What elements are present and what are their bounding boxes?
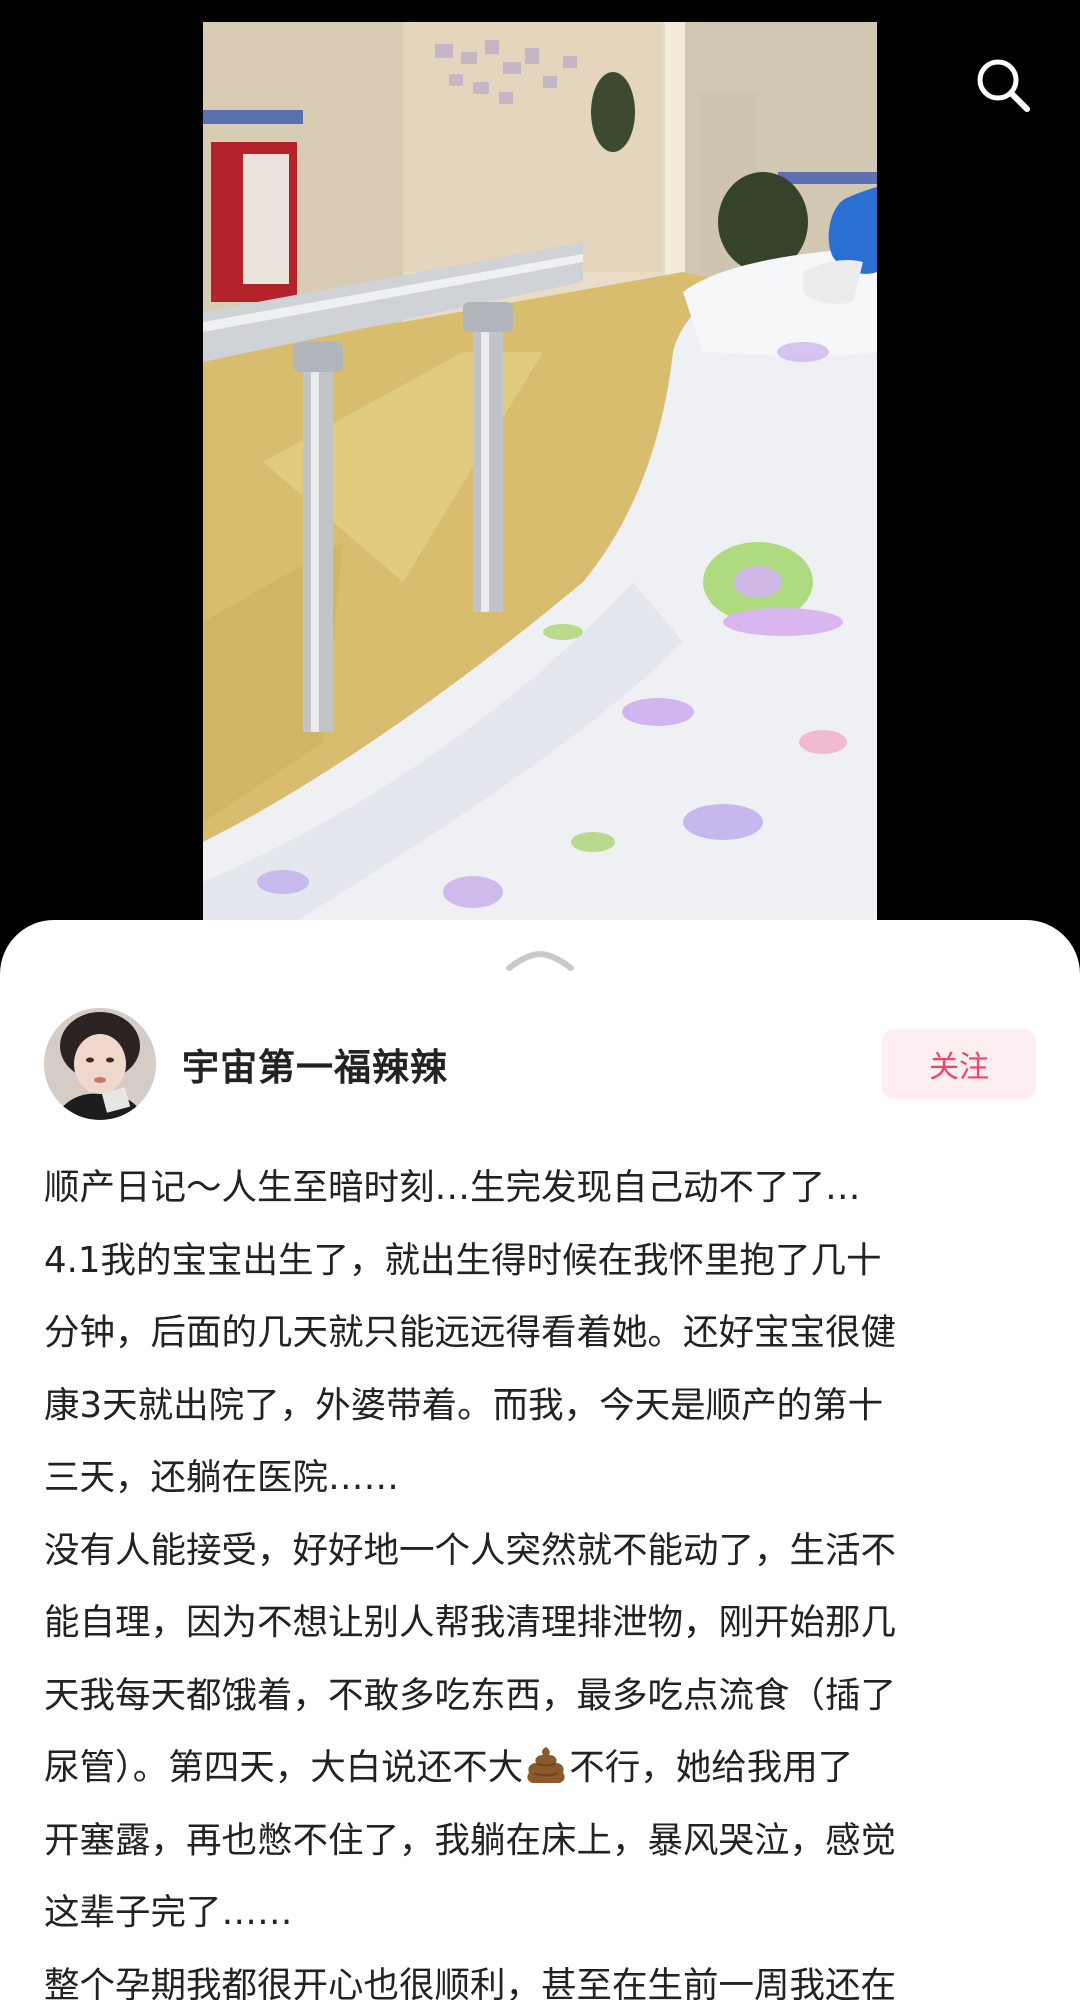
follow-button[interactable]: 关注 xyxy=(882,1029,1036,1099)
post-line: 三天，还躺在医院…… xyxy=(44,1457,400,1498)
post-line: 这辈子完了…… xyxy=(44,1892,293,1933)
author-name[interactable]: 宇宙第一福辣辣 xyxy=(182,1037,448,1091)
post-detail-sheet: 宇宙第一福辣辣 关注 顺产日记～人生至暗时刻…生完发现自己动不了了… 4.1我的… xyxy=(0,920,1080,2000)
post-line: 顺产日记～人生至暗时刻…生完发现自己动不了了… xyxy=(44,1167,861,1208)
post-content: 顺产日记～人生至暗时刻…生完发现自己动不了了… 4.1我的宝宝出生了，就出生得时… xyxy=(44,1152,1040,2000)
post-line: 4.1我的宝宝出生了，就出生得时候在我怀里抱了几十 xyxy=(44,1239,882,1281)
post-video[interactable] xyxy=(203,22,877,942)
post-line: 整个孕期我都很开心也很顺利，甚至在生前一周我还在 xyxy=(44,1964,897,2000)
post-line-text: 尿管）。第四天，大白说还不大 xyxy=(44,1747,524,1788)
author-row: 宇宙第一福辣辣 关注 xyxy=(44,1008,1036,1120)
poop-emoji-icon xyxy=(525,1745,567,1785)
avatar-image xyxy=(44,1008,156,1120)
search-icon xyxy=(977,59,1030,112)
chevron-up-icon xyxy=(506,950,574,971)
post-line: 能自理，因为不想让别人帮我清理排泄物，刚开始那几 xyxy=(44,1602,897,1643)
sheet-handle[interactable] xyxy=(500,946,580,976)
avatar[interactable] xyxy=(44,1008,156,1120)
post-line: 开塞露，再也憋不住了，我躺在床上，暴风哭泣，感觉 xyxy=(44,1819,897,1861)
post-line: 分钟，后面的几天就只能远远得看着她。还好宝宝很健 xyxy=(44,1312,897,1353)
post-line: 没有人能接受，好好地一个人突然就不能动了，生活不 xyxy=(44,1529,897,1571)
search-button[interactable] xyxy=(968,50,1038,120)
post-line-text: 不行，她给我用了 xyxy=(569,1747,854,1788)
post-line: 天我每天都饿着，不敢多吃东西，最多吃点流食（插了 xyxy=(44,1674,897,1716)
screen: 宇宙第一福辣辣 关注 顺产日记～人生至暗时刻…生完发现自己动不了了… 4.1我的… xyxy=(0,0,1080,2000)
post-line: 康3天就出院了，外婆带着。而我，今天是顺产的第十 xyxy=(44,1384,884,1426)
hospital-bed-photo xyxy=(203,22,877,942)
post-line: 尿管）。第四天，大白说还不大 不行，她给我用了 xyxy=(44,1732,1040,1805)
